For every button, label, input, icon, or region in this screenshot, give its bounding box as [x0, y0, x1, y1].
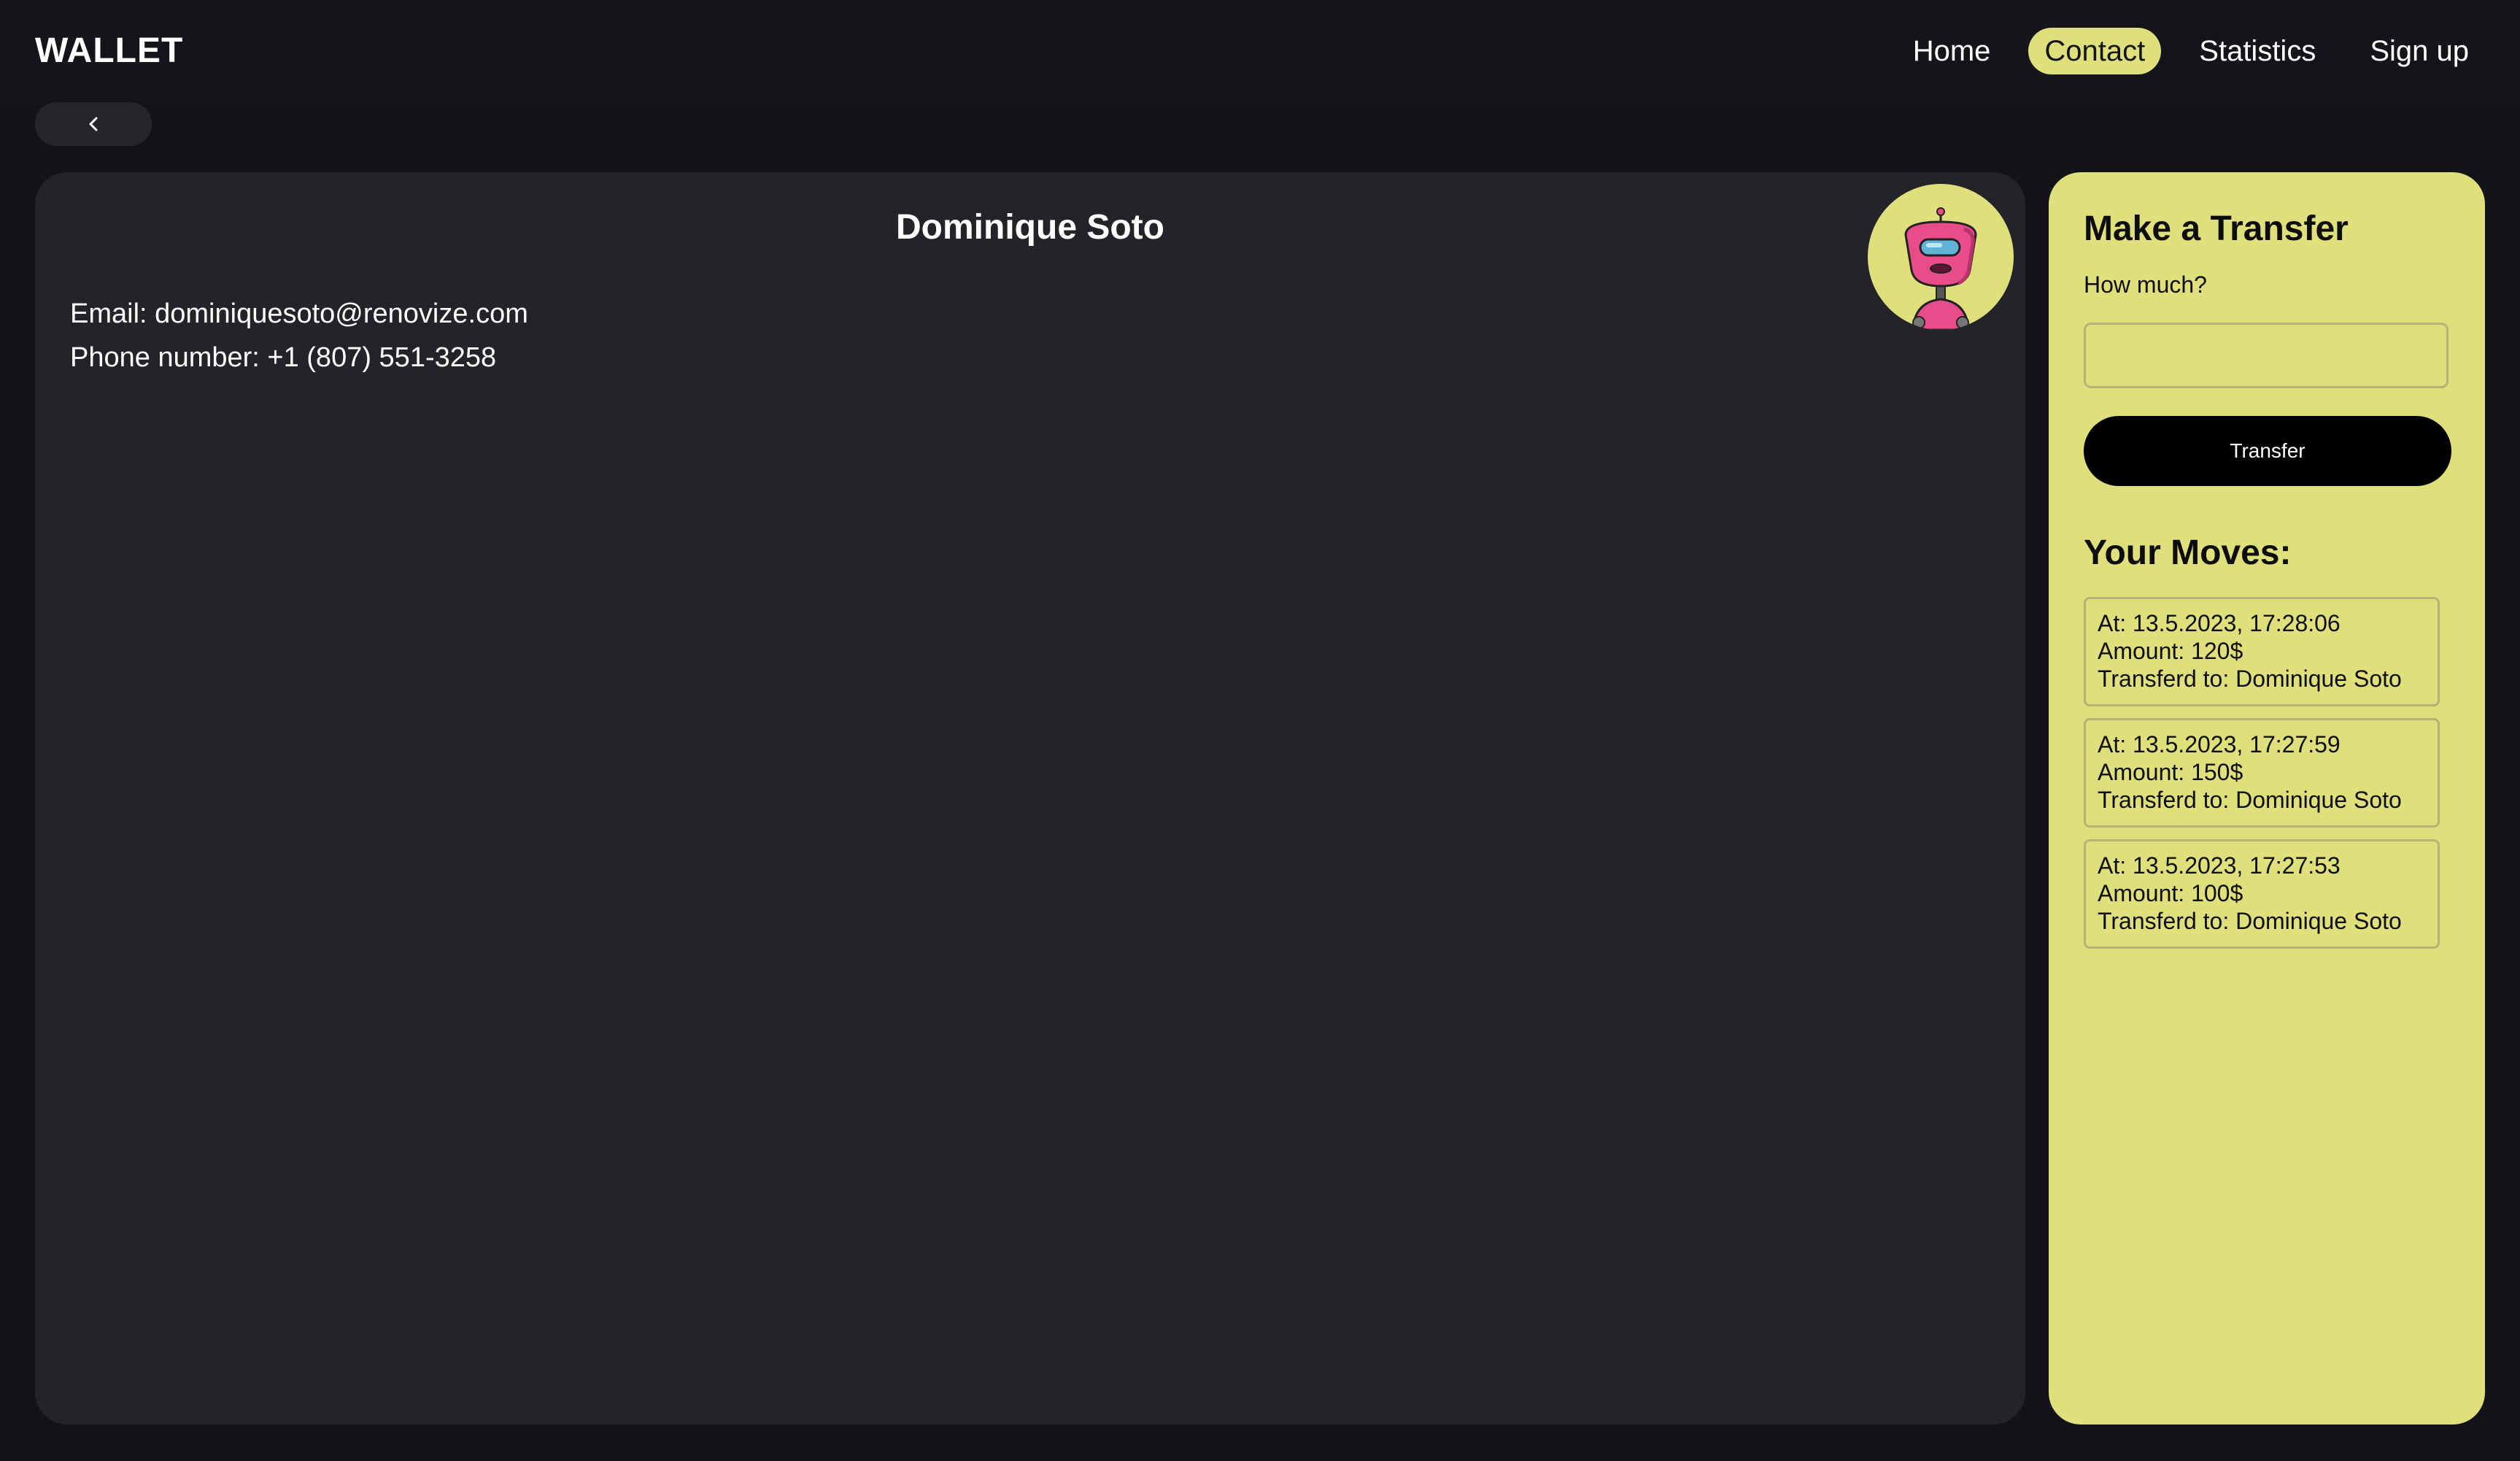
contact-details-card: Dominique Soto Email: dominiquesoto@reno…	[35, 172, 2025, 1425]
transfer-panel: Make a Transfer How much? Transfer Your …	[2049, 172, 2485, 1425]
main-nav: Home Contact Statistics Sign up	[1897, 28, 2485, 74]
nav-sign-up[interactable]: Sign up	[2354, 28, 2485, 74]
chevron-left-icon	[89, 117, 98, 131]
contact-name: Dominique Soto	[896, 208, 1164, 247]
contact-phone: Phone number: +1 (807) 551-3258	[70, 342, 497, 373]
nav-contact[interactable]: Contact	[2028, 28, 2162, 74]
app-logo[interactable]: WALLET	[35, 31, 183, 71]
transfer-title: Make a Transfer	[2084, 209, 2349, 248]
move-recipient: Transferd to: Dominique Soto	[2098, 666, 2402, 692]
move-timestamp: At: 13.5.2023, 17:28:06	[2098, 610, 2341, 636]
robot-avatar-icon	[1904, 207, 1977, 330]
amount-input[interactable]	[2084, 323, 2449, 388]
transfer-button[interactable]: Transfer	[2084, 416, 2451, 486]
back-button[interactable]	[35, 102, 152, 146]
contact-avatar	[1868, 184, 2014, 330]
move-item: At: 13.5.2023, 17:27:53 Amount: 100$ Tra…	[2084, 839, 2440, 949]
move-recipient: Transferd to: Dominique Soto	[2098, 908, 2402, 934]
nav-home[interactable]: Home	[1897, 28, 2007, 74]
moves-title: Your Moves:	[2084, 533, 2292, 572]
move-timestamp: At: 13.5.2023, 17:27:53	[2098, 852, 2341, 879]
move-amount: Amount: 120$	[2098, 638, 2243, 664]
move-item: At: 13.5.2023, 17:27:59 Amount: 150$ Tra…	[2084, 718, 2440, 828]
top-navigation-bar: WALLET Home Contact Statistics Sign up	[0, 0, 2520, 102]
contact-info: Email: dominiquesoto@renovize.com Phone …	[70, 292, 528, 379]
move-timestamp: At: 13.5.2023, 17:27:59	[2098, 731, 2341, 758]
amount-label: How much?	[2084, 271, 2207, 298]
move-item: At: 13.5.2023, 17:28:06 Amount: 120$ Tra…	[2084, 597, 2440, 706]
move-amount: Amount: 100$	[2098, 880, 2243, 906]
nav-statistics[interactable]: Statistics	[2183, 28, 2332, 74]
contact-email: Email: dominiquesoto@renovize.com	[70, 298, 528, 329]
move-amount: Amount: 150$	[2098, 759, 2243, 785]
moves-list: At: 13.5.2023, 17:28:06 Amount: 120$ Tra…	[2084, 597, 2440, 960]
move-recipient: Transferd to: Dominique Soto	[2098, 787, 2402, 813]
